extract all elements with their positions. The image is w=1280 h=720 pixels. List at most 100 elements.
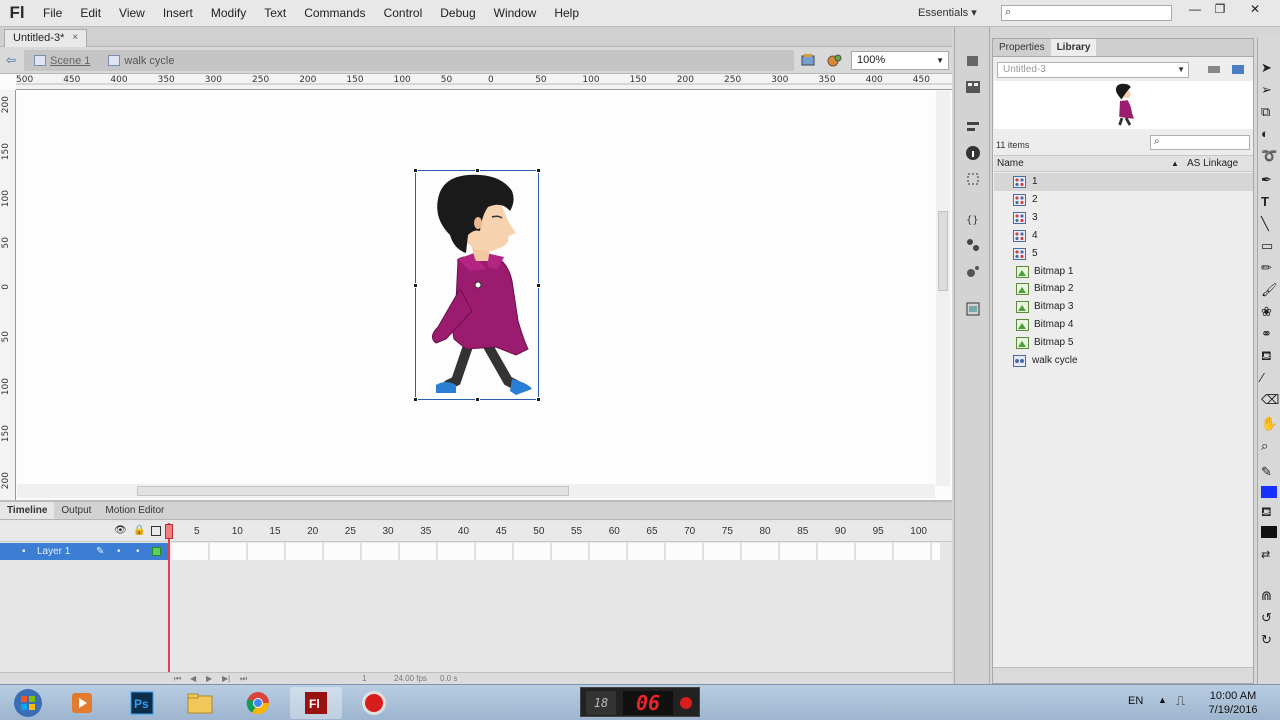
taskbar-media-player[interactable]: [56, 687, 108, 719]
new-library-icon[interactable]: [1231, 63, 1245, 75]
tab-motion-editor[interactable]: Motion Editor: [98, 502, 171, 519]
edit-symbols-icon[interactable]: [827, 53, 843, 67]
stage-canvas[interactable]: [17, 91, 935, 486]
taskbar-recorder[interactable]: [348, 687, 400, 719]
menu-debug[interactable]: Debug: [431, 0, 484, 27]
library-item[interactable]: 3: [994, 209, 1253, 227]
resize-handle-tl[interactable]: [413, 168, 418, 173]
component-inspector-icon[interactable]: [965, 263, 981, 279]
menu-commands[interactable]: Commands: [295, 0, 374, 27]
eraser-tool-icon[interactable]: ⌫: [1261, 392, 1279, 408]
brush-tool-icon[interactable]: 🖌: [1261, 282, 1278, 298]
tab-timeline[interactable]: Timeline: [0, 502, 55, 519]
horizontal-scrollbar[interactable]: [17, 484, 935, 498]
transform-icon[interactable]: [965, 171, 981, 187]
playhead[interactable]: [168, 523, 170, 676]
library-item[interactable]: Bitmap 1: [994, 263, 1253, 281]
menu-insert[interactable]: Insert: [154, 0, 202, 27]
3d-rotation-tool-icon[interactable]: ◐: [1261, 126, 1277, 142]
network-icon[interactable]: ⎍: [1176, 693, 1185, 709]
go-last-icon[interactable]: ⏭: [240, 674, 247, 684]
smooth-icon[interactable]: ↺: [1261, 610, 1277, 626]
record-dot-icon[interactable]: [680, 697, 692, 709]
workspace-switcher[interactable]: Essentials ▾: [912, 0, 983, 27]
column-name[interactable]: Name: [997, 156, 1024, 171]
resize-handle-l[interactable]: [413, 283, 418, 288]
menu-file[interactable]: File: [34, 0, 71, 27]
edit-scene-icon[interactable]: [801, 53, 817, 67]
hand-tool-icon[interactable]: ✋: [1261, 416, 1277, 432]
fill-swatch[interactable]: [1261, 526, 1277, 538]
resize-handle-t[interactable]: [475, 168, 480, 173]
paint-bucket-tool-icon[interactable]: ⛾: [1261, 348, 1277, 364]
components-icon[interactable]: [965, 237, 981, 253]
playhead-handle[interactable]: [165, 524, 173, 539]
scene-panel-icon[interactable]: [965, 301, 981, 317]
lock-icon[interactable]: 🔒: [133, 525, 145, 536]
swap-colors-icon[interactable]: ⇄: [1261, 548, 1277, 564]
layer-color-box[interactable]: [152, 547, 161, 556]
taskbar-explorer[interactable]: [174, 687, 226, 719]
close-window-button[interactable]: ✕: [1240, 0, 1270, 20]
tab-library[interactable]: Library: [1050, 39, 1097, 56]
taskbar-chrome[interactable]: [232, 687, 284, 719]
breadcrumb-symbol[interactable]: walk cycle: [102, 55, 180, 67]
resize-handle-r[interactable]: [536, 283, 541, 288]
subselection-tool-icon[interactable]: ➢: [1261, 82, 1277, 98]
library-document-select[interactable]: Untitled-3 ▼: [997, 62, 1189, 78]
pin-icon[interactable]: [1207, 63, 1221, 75]
resize-handle-tr[interactable]: [536, 168, 541, 173]
restore-button[interactable]: ❐: [1205, 0, 1235, 20]
layer-row[interactable]: ▪ Layer 1 ✎ • •: [0, 543, 170, 560]
tab-output[interactable]: Output: [54, 502, 98, 519]
rectangle-tool-icon[interactable]: ▭: [1261, 238, 1277, 254]
lasso-tool-icon[interactable]: ➰: [1261, 148, 1277, 164]
scroll-thumb[interactable]: [938, 211, 948, 291]
resize-handle-br[interactable]: [536, 397, 541, 402]
menu-text[interactable]: Text: [255, 0, 295, 27]
scroll-thumb[interactable]: [137, 486, 569, 496]
menu-help[interactable]: Help: [545, 0, 588, 27]
deco-tool-icon[interactable]: ❀: [1261, 304, 1277, 320]
help-search-input[interactable]: ⌕: [1001, 5, 1172, 21]
bone-tool-icon[interactable]: ⚭: [1261, 326, 1277, 342]
menu-window[interactable]: Window: [485, 0, 546, 27]
library-item[interactable]: Bitmap 5: [994, 334, 1253, 352]
code-snippets-icon[interactable]: {}: [965, 211, 981, 227]
sort-arrow-icon[interactable]: ▲: [1171, 156, 1179, 171]
line-tool-icon[interactable]: ╲: [1261, 216, 1277, 232]
start-button[interactable]: [2, 687, 54, 719]
breadcrumb-scene[interactable]: Scene 1: [28, 55, 96, 67]
taskbar-flash[interactable]: Fl: [290, 687, 342, 719]
selection-tool-icon[interactable]: ➤: [1261, 60, 1277, 76]
zoom-tool-icon[interactable]: ⌕: [1261, 438, 1277, 454]
info-icon[interactable]: [965, 145, 981, 161]
library-item[interactable]: Bitmap 4: [994, 316, 1253, 334]
back-arrow-icon[interactable]: ⇦: [6, 53, 16, 67]
step-forward-icon[interactable]: ▶|: [222, 674, 230, 683]
straighten-icon[interactable]: ↻: [1261, 632, 1277, 648]
motion-presets-icon[interactable]: [965, 53, 981, 69]
frames-row[interactable]: [172, 543, 940, 560]
zoom-select[interactable]: 100% ▼: [851, 51, 949, 70]
library-item[interactable]: Bitmap 2: [994, 280, 1253, 298]
library-item[interactable]: 2: [994, 191, 1253, 209]
language-indicator[interactable]: EN: [1128, 695, 1143, 707]
close-tab-icon[interactable]: ×: [72, 30, 78, 47]
menu-edit[interactable]: Edit: [71, 0, 110, 27]
menu-control[interactable]: Control: [375, 0, 432, 27]
eye-icon[interactable]: 👁: [114, 525, 127, 536]
text-tool-icon[interactable]: T: [1261, 194, 1277, 210]
column-as-linkage[interactable]: AS Linkage: [1187, 156, 1238, 171]
stroke-color-icon[interactable]: ✎: [1261, 464, 1277, 480]
recording-widget[interactable]: 18 06: [580, 687, 700, 717]
pencil-tool-icon[interactable]: ✏: [1261, 260, 1277, 276]
vertical-scrollbar[interactable]: [936, 91, 950, 486]
tray-expand-icon[interactable]: ▲: [1158, 695, 1167, 705]
tab-properties[interactable]: Properties: [993, 39, 1051, 56]
swatches-icon[interactable]: [965, 79, 981, 95]
visibility-dot[interactable]: •: [117, 543, 121, 560]
selected-character[interactable]: [413, 168, 541, 402]
taskbar-photoshop[interactable]: Ps: [116, 687, 168, 719]
align-icon[interactable]: [965, 119, 981, 135]
